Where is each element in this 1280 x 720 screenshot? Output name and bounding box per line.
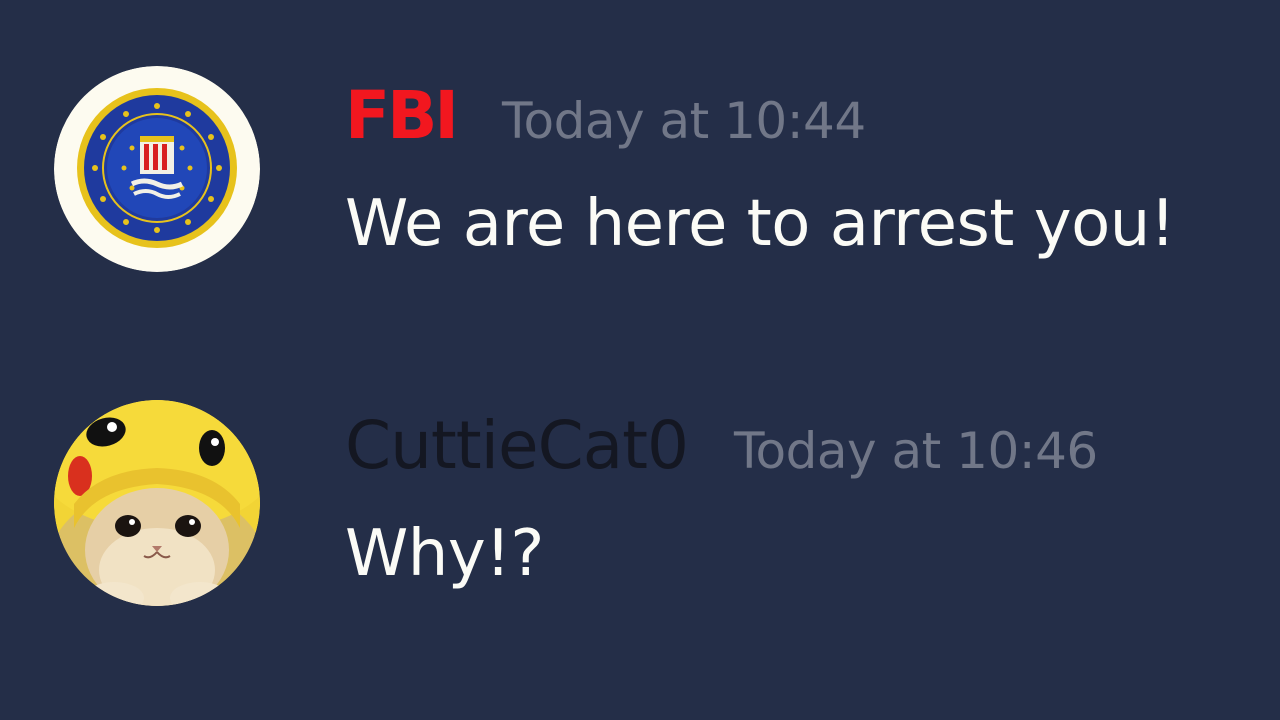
message-text: Why!? xyxy=(345,517,544,591)
fbi-seal-icon xyxy=(54,66,260,272)
message-header: FBI Today at 10:44 xyxy=(345,76,866,161)
message-text: We are here to arrest you! xyxy=(345,187,1175,261)
fbi-seal-avatar[interactable] xyxy=(54,66,260,272)
chat-message-list: FBI Today at 10:44 We are here to arrest… xyxy=(0,0,1280,720)
message-timestamp: Today at 10:46 xyxy=(734,422,1098,480)
author-name[interactable]: FBI xyxy=(345,76,459,156)
cat-in-pikachu-hood-avatar[interactable] xyxy=(54,400,260,606)
message-header: CuttieCat0 Today at 10:46 xyxy=(345,406,1098,491)
message-timestamp: Today at 10:44 xyxy=(501,92,866,150)
author-name[interactable]: CuttieCat0 xyxy=(345,406,689,486)
cat-avatar-icon xyxy=(54,400,260,606)
